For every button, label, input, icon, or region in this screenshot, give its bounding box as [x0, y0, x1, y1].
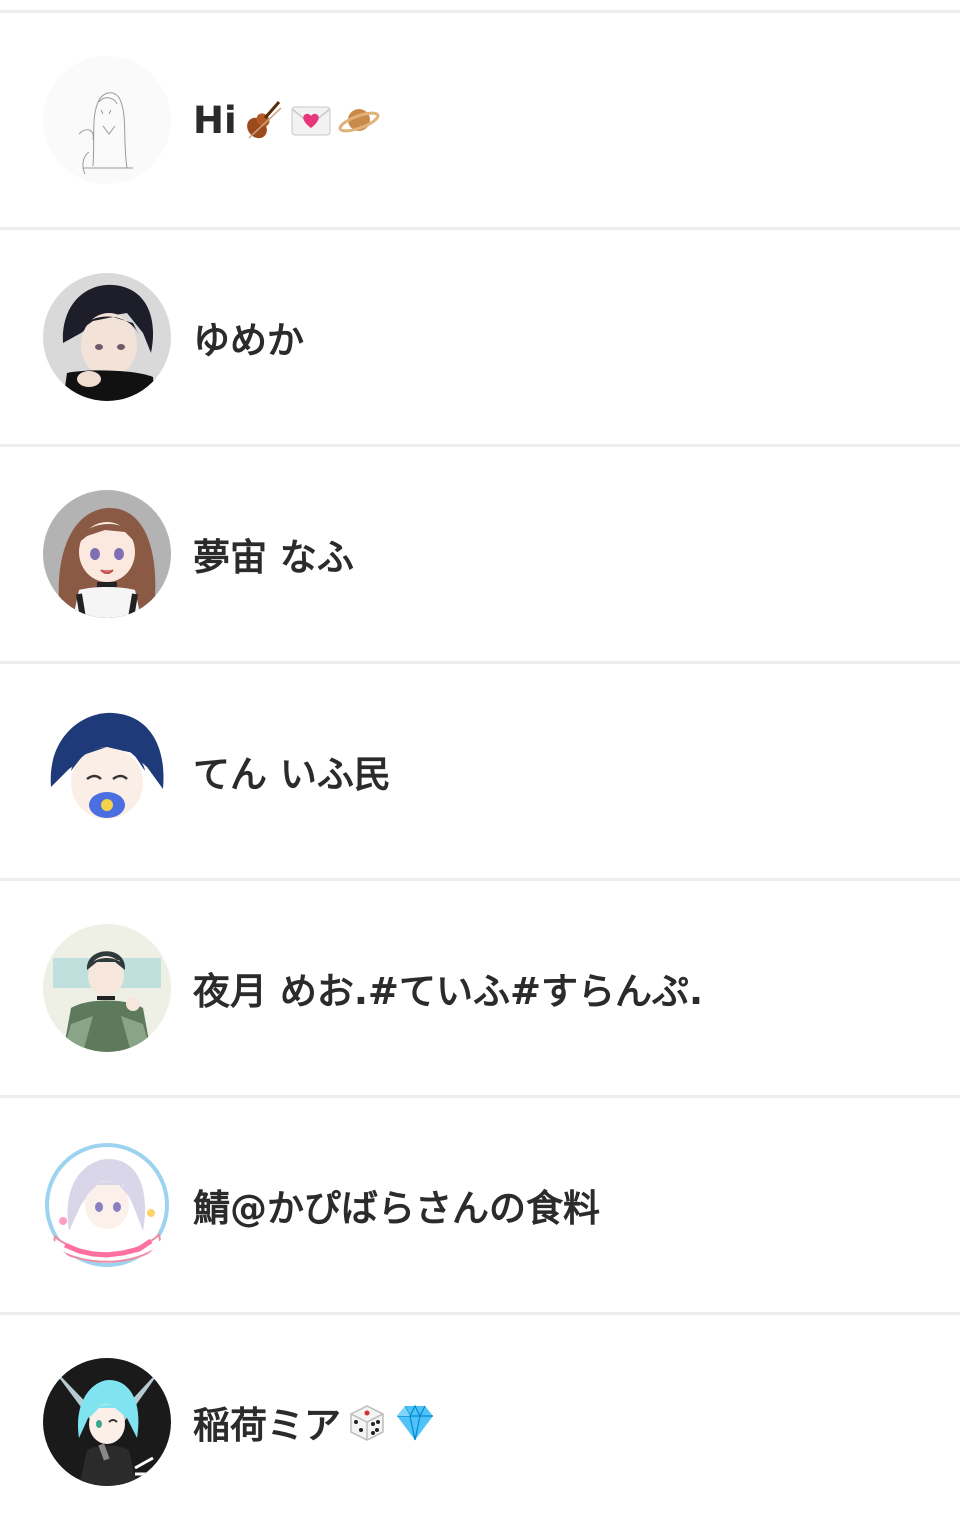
violin-icon: [241, 98, 285, 142]
avatar[interactable]: [43, 707, 171, 835]
list-item[interactable]: Hi: [0, 13, 960, 230]
ringed-planet-icon: [337, 98, 381, 142]
avatar[interactable]: [43, 56, 171, 184]
gem-stone-icon: [393, 1400, 437, 1444]
user-list: Hi ゆめか 夢宙 なふ てん いふ民 夜月 めお.#ていふ#すらんぷ. 鯖@か…: [0, 13, 960, 1529]
avatar[interactable]: [43, 1358, 171, 1486]
list-item[interactable]: 稲荷ミア: [0, 1315, 960, 1529]
user-name-text: Hi: [193, 98, 237, 142]
game-die-icon: [345, 1400, 389, 1444]
user-name: 夢宙 なふ: [193, 527, 354, 581]
user-name-text: 鯖@かぴばらさんの食料: [193, 1187, 600, 1230]
list-item[interactable]: 夢宙 なふ: [0, 447, 960, 664]
user-name: ゆめか: [193, 310, 304, 364]
avatar[interactable]: [43, 1141, 171, 1269]
user-name: 夜月 めお.#ていふ#すらんぷ.: [193, 961, 703, 1015]
avatar[interactable]: [43, 490, 171, 618]
avatar[interactable]: [43, 924, 171, 1052]
list-item[interactable]: 鯖@かぴばらさんの食料: [0, 1098, 960, 1315]
user-name-text: 夢宙 なふ: [193, 536, 354, 579]
list-item[interactable]: てん いふ民: [0, 664, 960, 881]
user-name-text: 夜月 めお.#ていふ#すらんぷ.: [193, 970, 703, 1013]
avatar[interactable]: [43, 273, 171, 401]
love-letter-icon: [289, 98, 333, 142]
user-name: 鯖@かぴばらさんの食料: [193, 1178, 600, 1232]
user-name-text: ゆめか: [193, 319, 304, 362]
user-name: てん いふ民: [193, 744, 391, 798]
user-name-text: てん いふ民: [193, 753, 391, 796]
list-item[interactable]: 夜月 めお.#ていふ#すらんぷ.: [0, 881, 960, 1098]
user-name: Hi: [193, 98, 381, 142]
user-name-text: 稲荷ミア: [193, 1404, 341, 1447]
user-name: 稲荷ミア: [193, 1395, 437, 1449]
list-item[interactable]: ゆめか: [0, 230, 960, 447]
